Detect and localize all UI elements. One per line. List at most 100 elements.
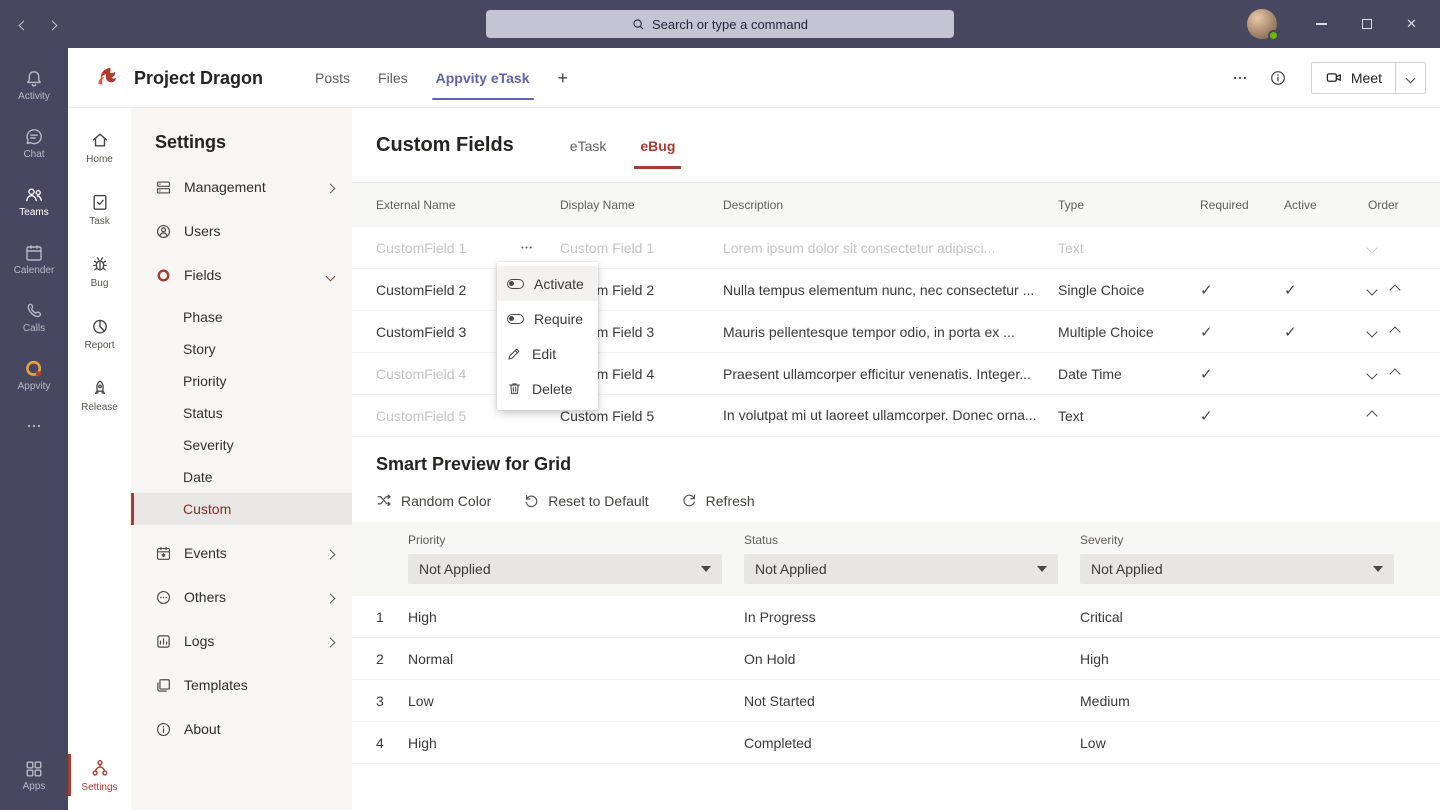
tab-files[interactable]: Files <box>364 48 422 108</box>
move-up-button[interactable] <box>1366 410 1377 421</box>
meet-dropdown-button[interactable] <box>1395 63 1425 93</box>
cell-active: ✓ <box>1284 281 1368 299</box>
avatar[interactable] <box>1247 9 1277 39</box>
app-rail-item-bug[interactable]: Bug <box>68 240 131 302</box>
team-header-actions: Meet <box>1231 62 1426 94</box>
preview-row: 1 High In Progress Critical <box>352 596 1440 638</box>
settings-item-others[interactable]: Others <box>131 579 352 615</box>
move-down-button[interactable] <box>1366 326 1377 337</box>
rail-item-calls[interactable]: Calls <box>0 288 68 346</box>
entity-tabs: eTask eBug <box>570 138 676 154</box>
tab-etask[interactable]: eTask <box>570 138 607 154</box>
app-rail-item-settings[interactable]: Settings <box>68 744 131 806</box>
random-color-button[interactable]: Random Color <box>376 492 491 509</box>
settings-item-fields[interactable]: Fields <box>131 257 352 293</box>
row-number: 1 <box>376 609 408 625</box>
settings-subitem-priority[interactable]: Priority <box>131 365 352 397</box>
dropdown-value: Not Applied <box>1091 561 1163 577</box>
forward-button[interactable] <box>49 16 56 32</box>
settings-subitem-severity[interactable]: Severity <box>131 429 352 461</box>
maximize-button[interactable] <box>1344 0 1389 48</box>
smart-preview-title: Smart Preview for Grid <box>376 454 1416 475</box>
tab-ebug[interactable]: eBug <box>640 138 675 154</box>
reset-to-default-button[interactable]: Reset to Default <box>523 492 648 509</box>
settings-item-logs[interactable]: Logs <box>131 623 352 659</box>
events-icon <box>155 545 172 562</box>
about-icon <box>155 721 172 738</box>
close-button[interactable]: ✕ <box>1389 0 1434 48</box>
settings-item-events[interactable]: Events <box>131 535 352 571</box>
rail-item-activity[interactable]: Activity <box>0 56 68 114</box>
smart-preview-toolbar: Random Color Reset to Default Refresh <box>376 492 1416 509</box>
info-button[interactable] <box>1269 69 1287 87</box>
cell-order <box>1368 370 1416 378</box>
settings-subitem-status[interactable]: Status <box>131 397 352 429</box>
appvity-logo-icon <box>24 359 44 379</box>
row-number: 2 <box>376 651 408 667</box>
add-tab-button[interactable]: + <box>544 48 583 108</box>
rail-item-teams[interactable]: Teams <box>0 172 68 230</box>
settings-item-users[interactable]: Users <box>131 213 352 249</box>
rail-label: Chat <box>23 150 44 160</box>
settings-subitem-date[interactable]: Date <box>131 461 352 493</box>
settings-subitem-story[interactable]: Story <box>131 333 352 365</box>
severity-filter-dropdown[interactable]: Not Applied <box>1080 554 1394 584</box>
app-rail-item-release[interactable]: Release <box>68 364 131 426</box>
rail-item-calendar[interactable]: Calender <box>0 230 68 288</box>
menu-item-edit[interactable]: Edit <box>497 336 598 371</box>
back-button[interactable] <box>20 16 27 32</box>
app-rail-item-task[interactable]: Task <box>68 178 131 240</box>
refresh-icon <box>681 492 698 509</box>
more-options-button[interactable] <box>1231 69 1249 87</box>
settings-item-templates[interactable]: Templates <box>131 667 352 703</box>
row-actions-button[interactable] <box>519 240 534 255</box>
management-icon <box>155 179 172 196</box>
cell-description: Lorem ipsum dolor sit consectetur adipis… <box>723 240 1058 256</box>
rail-item-chat[interactable]: Chat <box>0 114 68 172</box>
home-icon <box>90 130 110 150</box>
rail-label: Teams <box>19 208 48 218</box>
priority-value: High <box>408 609 744 625</box>
move-up-button[interactable] <box>1389 368 1400 379</box>
tab-appvity-etask[interactable]: Appvity eTask <box>422 48 544 108</box>
pencil-icon <box>507 346 522 361</box>
menu-item-delete[interactable]: Delete <box>497 371 598 406</box>
chevron-down-icon <box>1373 566 1383 572</box>
chevron-right-icon <box>48 21 58 31</box>
rail-item-appvity[interactable]: Appvity <box>0 346 68 404</box>
move-down-button[interactable] <box>1366 242 1377 253</box>
team-header: Project Dragon Posts Files Appvity eTask… <box>68 48 1440 108</box>
refresh-button[interactable]: Refresh <box>681 492 755 509</box>
move-down-button[interactable] <box>1366 368 1377 379</box>
users-icon <box>155 223 172 240</box>
cell-required: ✓ <box>1200 407 1284 425</box>
settings-subitem-phase[interactable]: Phase <box>131 301 352 333</box>
settings-item-management[interactable]: Management <box>131 169 352 205</box>
settings-item-about[interactable]: About <box>131 711 352 747</box>
move-down-button[interactable] <box>1366 284 1377 295</box>
priority-value: Low <box>408 693 744 709</box>
status-filter-dropdown[interactable]: Not Applied <box>744 554 1058 584</box>
command-search-box[interactable]: Search or type a command <box>486 10 954 38</box>
templates-icon <box>155 677 172 694</box>
app-rail-item-report[interactable]: Report <box>68 302 131 364</box>
team-tabs: Posts Files Appvity eTask + <box>301 48 582 108</box>
menu-item-require[interactable]: Require <box>497 301 598 336</box>
tab-posts[interactable]: Posts <box>301 48 364 108</box>
menu-item-activate[interactable]: Activate <box>497 266 598 301</box>
cell-description: In volutpat mi ut laoreet ullamcorper. D… <box>723 400 1058 431</box>
move-up-button[interactable] <box>1389 326 1400 337</box>
priority-filter-dropdown[interactable]: Not Applied <box>408 554 722 584</box>
minimize-button[interactable] <box>1299 0 1344 48</box>
cell-required: ✓ <box>1200 323 1284 341</box>
column-header-external-name: External Name <box>376 198 560 212</box>
chevron-right-icon <box>327 633 334 649</box>
column-header-display-name: Display Name <box>560 198 723 212</box>
settings-subitem-custom[interactable]: Custom <box>131 493 352 525</box>
cell-active: ✓ <box>1284 323 1368 341</box>
meet-button[interactable]: Meet <box>1312 63 1395 93</box>
move-up-button[interactable] <box>1389 284 1400 295</box>
rail-item-more[interactable] <box>0 404 68 448</box>
rail-item-apps[interactable]: Apps <box>0 746 68 804</box>
app-rail-item-home[interactable]: Home <box>68 116 131 178</box>
